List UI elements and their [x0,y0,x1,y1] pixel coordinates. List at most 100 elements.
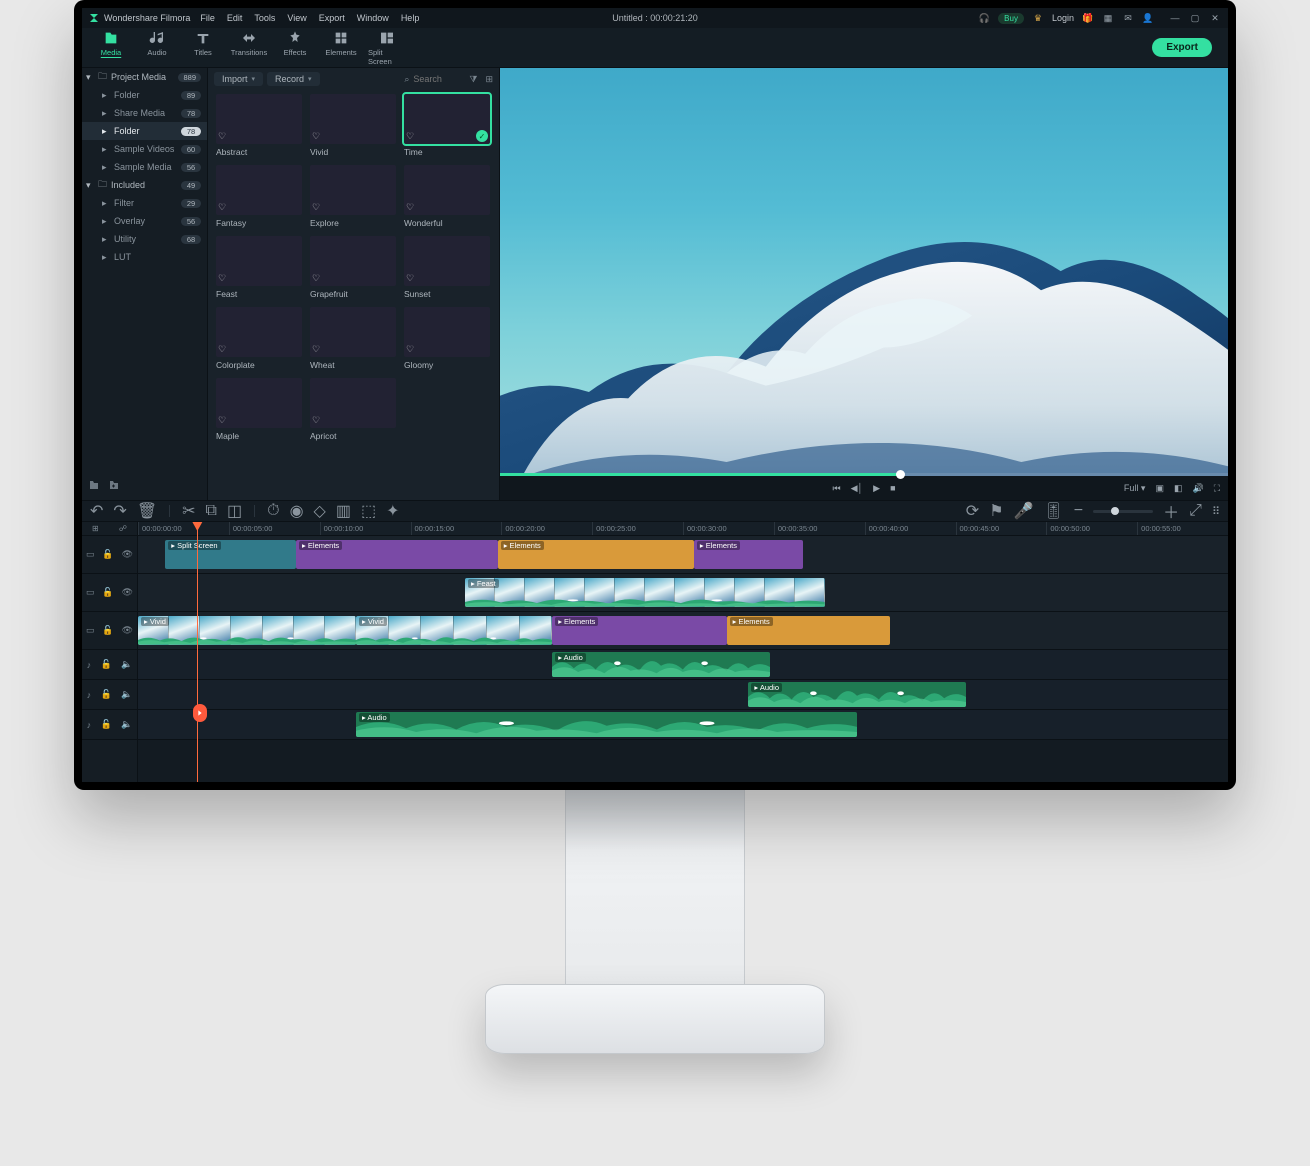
window-close[interactable]: ✕ [1208,13,1222,24]
media-thumb[interactable]: ♡Gloomy [404,307,490,370]
tab-media[interactable]: Media [90,28,132,68]
timeline-track[interactable]: ▸ FeastNormal 1.00X ✕ [138,574,1228,612]
sidebar-item[interactable]: ▸LUT [82,248,207,266]
favorite-icon[interactable]: ♡ [218,131,226,142]
zoom-in-icon[interactable]: ＋ [1163,499,1179,523]
sidebar-item[interactable]: ▸Filter29 [82,194,207,212]
favorite-icon[interactable]: ♡ [406,131,414,142]
favorite-icon[interactable]: ♡ [218,273,226,284]
media-search-input[interactable] [413,74,459,84]
record-dropdown[interactable]: Record [267,72,320,86]
playhead[interactable] [197,522,198,782]
buy-pill[interactable]: Buy [998,13,1024,24]
favorite-icon[interactable]: ♡ [218,344,226,355]
menu-view[interactable]: View [287,13,306,23]
track-link-icon[interactable]: ☍ [119,524,127,533]
mask-icon[interactable]: ⬚ [361,501,376,521]
menu-file[interactable]: File [200,13,215,23]
window-minimize[interactable]: — [1168,13,1182,24]
lock-icon[interactable]: 🔓 [102,549,113,560]
mute-icon[interactable]: 🔈 [121,719,132,730]
import-dropdown[interactable]: Import [214,72,263,86]
menu-edit[interactable]: Edit [227,13,243,23]
delete-icon[interactable]: 🗑 [137,501,157,521]
new-folder-icon[interactable] [88,478,100,496]
sidebar-item[interactable]: ▸Overlay56 [82,212,207,230]
export-button[interactable]: Export [1152,38,1212,57]
tab-titles[interactable]: Titles [182,28,224,68]
green-screen-icon[interactable]: ▥ [336,501,351,521]
timeline-track[interactable]: ▸ Split Screen▸ Elements▸ Elements▸ Elem… [138,536,1228,574]
play-icon[interactable]: ▶ [873,483,880,494]
cut-icon[interactable]: ✂ [182,501,195,521]
media-thumb[interactable]: ♡Apricot [310,378,396,441]
media-thumb[interactable]: ♡Abstract [216,94,302,157]
media-thumb[interactable]: ♡Wonderful [404,165,490,228]
redo-icon[interactable]: ↷ [113,501,126,521]
zoom-slider[interactable] [1093,510,1153,513]
view-grid-icon[interactable]: ⊞ [485,74,493,85]
sidebar-item[interactable]: ▸Utility68 [82,230,207,248]
color-icon[interactable]: ◉ [290,501,304,521]
media-thumb[interactable]: ♡Wheat [310,307,396,370]
tab-effects[interactable]: Effects [274,28,316,68]
marker-tool-icon[interactable]: ⚑ [989,501,1003,521]
speed-icon[interactable]: ⏱ [267,502,279,520]
media-thumb[interactable]: ♡Explore [310,165,396,228]
grid-icon[interactable]: ▦ [1102,12,1114,24]
sidebar-item[interactable]: ▸Folder89 [82,86,207,104]
favorite-icon[interactable]: ♡ [312,415,320,426]
favorite-icon[interactable]: ♡ [312,273,320,284]
tab-elements[interactable]: Elements [320,28,362,68]
fullscreen-icon[interactable]: ⛶ [1214,483,1220,494]
preview-scrubber[interactable] [500,473,1228,476]
tab-split[interactable]: Split Screen [366,28,408,68]
mute-icon[interactable]: 🔈 [121,689,132,700]
tab-transitions[interactable]: Transitions [228,28,270,68]
zoom-out-icon[interactable]: − [1074,502,1083,520]
sidebar-group[interactable]: ▾🗀 Project Media889 [82,68,207,86]
motion-icon[interactable]: ✦ [386,501,399,521]
clip[interactable]: ▸ Audio [748,682,966,707]
markers-icon[interactable]: ◧ [1174,483,1183,494]
undo-icon[interactable]: ↶ [90,501,103,521]
sidebar-group[interactable]: ▾🗀 Included49 [82,176,207,194]
clip[interactable]: ▸ Vivid [356,616,552,645]
favorite-icon[interactable]: ♡ [406,344,414,355]
new-folder-plus-icon[interactable] [108,478,120,496]
track-manage-icon[interactable]: ⊞ [92,524,99,533]
timeline-track[interactable]: ▸ Vivid▸ Vivid▸ Elements▸ Elements [138,612,1228,650]
media-thumb[interactable]: ♡Maple [216,378,302,441]
media-thumb[interactable]: ♡Fantasy [216,165,302,228]
gift-icon[interactable]: 🎁 [1082,12,1094,24]
voiceover-icon[interactable]: 🎤 [1014,501,1034,521]
user-icon[interactable]: 👤 [1142,12,1154,24]
favorite-icon[interactable]: ♡ [406,202,414,213]
preview-canvas[interactable] [500,68,1228,476]
favorite-icon[interactable]: ♡ [218,415,226,426]
render-icon[interactable]: ⟳ [966,501,979,521]
favorite-icon[interactable]: ♡ [312,131,320,142]
media-thumb[interactable]: ♡Vivid [310,94,396,157]
clip[interactable]: ▸ Split Screen [165,540,296,569]
media-thumb[interactable]: ♡Colorplate [216,307,302,370]
timeline-marker[interactable] [193,704,207,722]
media-thumb[interactable]: ♡Sunset [404,236,490,299]
snapshot-icon[interactable]: ▣ [1155,483,1164,494]
crop-icon[interactable]: ◫ [227,501,242,521]
clip[interactable]: ▸ Vivid [138,616,356,645]
lock-icon[interactable]: 🔓 [102,625,113,636]
timeline-track[interactable]: ▸ Audio [138,710,1228,740]
clip[interactable]: ▸ Audio [356,712,857,737]
menu-tools[interactable]: Tools [254,13,275,23]
keyframe-icon[interactable]: ◇ [314,501,326,521]
tab-audio[interactable]: Audio [136,28,178,68]
menu-window[interactable]: Window [357,13,389,23]
zoom-fit-icon[interactable]: ⤢ [1189,502,1202,520]
timeline-ruler[interactable]: 00:00:00:0000:00:05:0000:00:10:0000:00:1… [138,522,1228,536]
clip[interactable]: ▸ Elements [296,540,498,569]
menu-export[interactable]: Export [319,13,345,23]
lock-icon[interactable]: 🔓 [101,719,112,730]
timeline-track[interactable]: ▸ Audio [138,680,1228,710]
prev-frame-icon[interactable]: ⏮ [832,483,840,494]
